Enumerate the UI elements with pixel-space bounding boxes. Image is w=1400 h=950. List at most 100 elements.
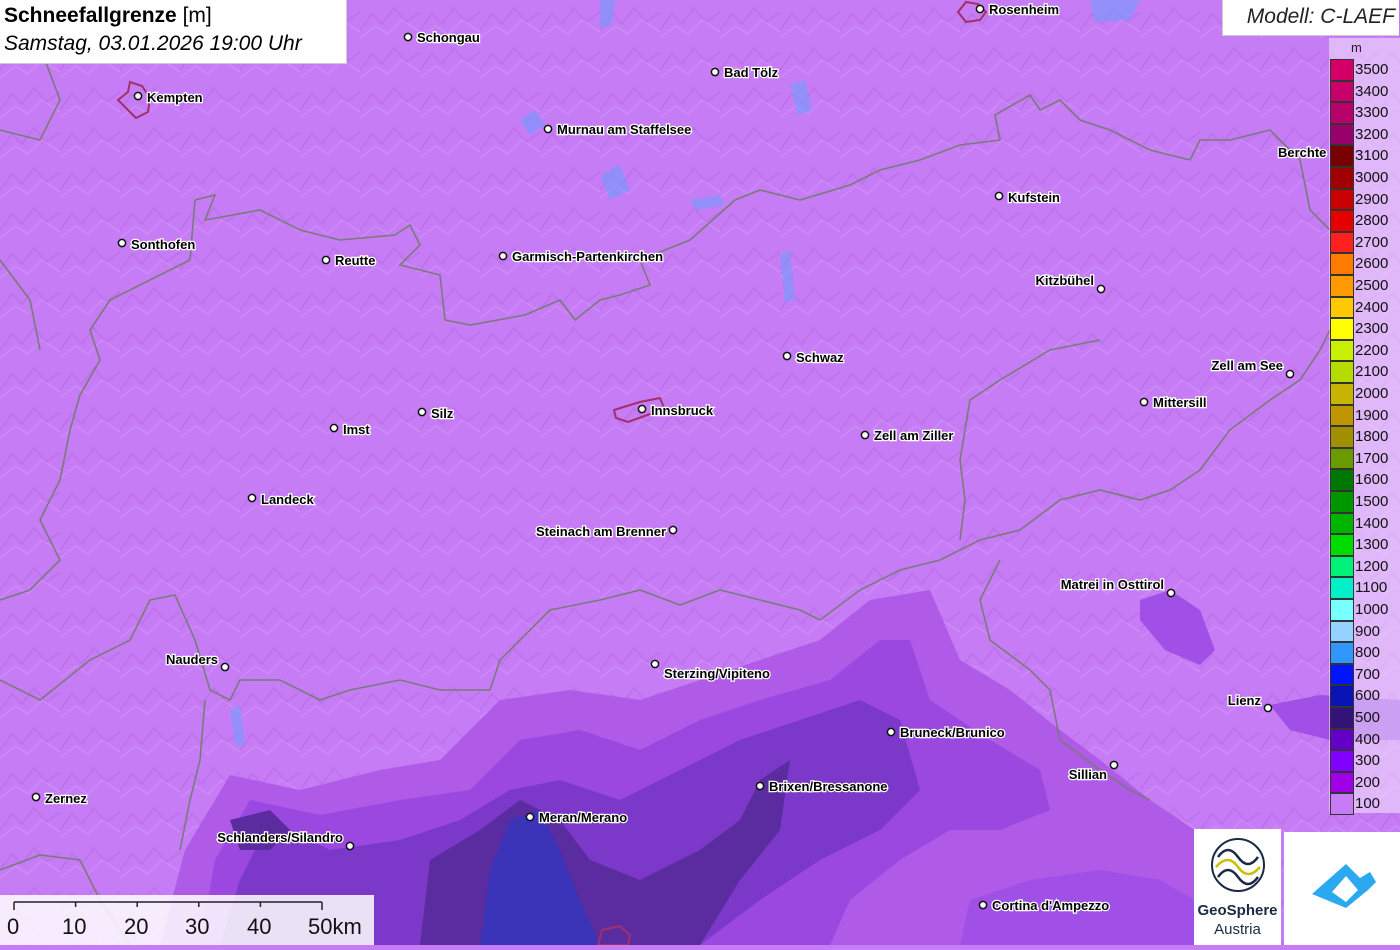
legend-level: 2700 xyxy=(1329,231,1400,254)
legend-level: 1600 xyxy=(1329,469,1400,491)
city-label: Reutte xyxy=(335,253,375,268)
city-dot[interactable] xyxy=(498,251,508,261)
legend-level: 2100 xyxy=(1329,361,1400,383)
legend-value: 1200 xyxy=(1355,557,1389,575)
legend-value: 2000 xyxy=(1355,385,1389,402)
city-label: Matrei in Osttirol xyxy=(1061,577,1164,592)
legend-value: 3100 xyxy=(1355,147,1389,165)
city-dot[interactable] xyxy=(329,423,339,433)
city-dot[interactable] xyxy=(860,430,870,440)
city-label: Cortina d'Ampezzo xyxy=(992,898,1109,913)
city-dot[interactable] xyxy=(1096,284,1106,294)
city-dot[interactable] xyxy=(403,32,413,42)
scale-label: 40 xyxy=(247,914,272,939)
legend-swatch xyxy=(1330,339,1354,362)
city-dot[interactable] xyxy=(782,351,792,361)
city-dot[interactable] xyxy=(975,4,985,14)
legend-level: 3500 xyxy=(1329,59,1400,81)
city-label: Brixen/Bressanone xyxy=(769,779,888,794)
legend-level: 600 xyxy=(1329,685,1400,707)
city-dot[interactable] xyxy=(133,91,143,101)
legend-swatch xyxy=(1330,231,1354,254)
city-dot[interactable] xyxy=(755,781,765,791)
city-label: Zernez xyxy=(45,791,87,806)
legend-value: 3000 xyxy=(1355,169,1389,186)
legend-value: 1300 xyxy=(1355,536,1389,554)
legend-value: 3500 xyxy=(1355,61,1389,78)
legend-level: 1100 xyxy=(1329,577,1400,599)
city-dot[interactable] xyxy=(247,493,257,503)
geosphere-logo[interactable]: GeoSphere Austria xyxy=(1194,829,1281,945)
city-dot[interactable] xyxy=(321,255,331,265)
city-label: Innsbruck xyxy=(651,403,714,418)
legend-level: 400 xyxy=(1329,728,1400,751)
legend-swatch xyxy=(1330,512,1354,535)
legend-swatch xyxy=(1330,555,1354,578)
city-dot[interactable] xyxy=(978,900,988,910)
legend-level: 2600 xyxy=(1329,253,1400,275)
city-dot[interactable] xyxy=(345,841,355,851)
legend-value: 1500 xyxy=(1355,493,1389,510)
legend-value: 100 xyxy=(1355,795,1381,813)
legend-swatch xyxy=(1330,577,1354,599)
legend-level: 2900 xyxy=(1329,188,1400,211)
city-dot[interactable] xyxy=(650,659,660,669)
scale-bar: 0 10 20 30 40 50km xyxy=(0,895,374,945)
map-datetime: Samstag, 03.01.2026 19:00 Uhr xyxy=(4,32,302,55)
legend-level: 1400 xyxy=(1329,512,1400,535)
city-dot[interactable] xyxy=(31,792,41,802)
geosphere-name: GeoSphere xyxy=(1197,902,1278,919)
legend-swatch xyxy=(1330,663,1354,686)
city-dot[interactable] xyxy=(1166,588,1176,598)
legend-swatch xyxy=(1330,404,1354,427)
city-label: Mittersill xyxy=(1153,395,1206,410)
city-dot[interactable] xyxy=(117,238,127,248)
legend-level: 1700 xyxy=(1329,447,1400,470)
legend-swatch xyxy=(1330,361,1354,383)
city-dot[interactable] xyxy=(525,812,535,822)
city-label: Steinach am Brenner xyxy=(536,524,666,539)
legend-level: 900 xyxy=(1329,620,1400,643)
city-dot[interactable] xyxy=(1109,760,1119,770)
snowline-map[interactable]: Rosenheim Schongau Bad Tölz Kempten Murnau a… xyxy=(0,0,1400,945)
legend-level: 3400 xyxy=(1329,80,1400,103)
city-label: Bad Tölz xyxy=(724,65,779,80)
city-dot[interactable] xyxy=(543,124,553,134)
scale-label: 0 xyxy=(7,914,20,939)
legend-swatch xyxy=(1330,728,1354,751)
city-dot[interactable] xyxy=(1285,369,1295,379)
city-label: Berchte xyxy=(1278,145,1326,160)
legend-swatch xyxy=(1330,620,1354,643)
legend-value: 3200 xyxy=(1355,125,1389,143)
legend-swatch xyxy=(1330,534,1354,556)
city-dot[interactable] xyxy=(668,525,678,535)
city-dot[interactable] xyxy=(417,407,427,417)
legend-value: 500 xyxy=(1355,709,1381,726)
legend-value: 2200 xyxy=(1355,341,1389,359)
city-dot[interactable] xyxy=(637,404,647,414)
legend-value: 2400 xyxy=(1355,298,1389,316)
city-label: Zell am Ziller xyxy=(874,428,953,443)
legend-level: 1300 xyxy=(1329,534,1400,556)
city-label: Schlanders/Silandro xyxy=(217,830,343,845)
legend-value: 700 xyxy=(1355,665,1381,683)
legend-unit: m xyxy=(1351,40,1362,55)
city-dot[interactable] xyxy=(886,727,896,737)
legend-swatch xyxy=(1330,599,1354,621)
legend-level: 3000 xyxy=(1329,167,1400,189)
legend-swatch xyxy=(1330,642,1354,664)
city-dot[interactable] xyxy=(1139,397,1149,407)
city-label: Nauders xyxy=(166,652,218,667)
city-dot[interactable] xyxy=(220,662,230,672)
city-label: Silz xyxy=(431,406,454,421)
city-dot[interactable] xyxy=(710,67,720,77)
weather-app-logo[interactable] xyxy=(1284,832,1400,945)
city-dot[interactable] xyxy=(994,191,1004,201)
legend-level: 700 xyxy=(1329,663,1400,686)
city-dot[interactable] xyxy=(1263,703,1273,713)
legend-swatch xyxy=(1330,707,1354,729)
legend-level: 3300 xyxy=(1329,102,1400,124)
legend-value: 3400 xyxy=(1355,82,1389,100)
legend-value: 2900 xyxy=(1355,190,1389,208)
model-label: Modell: C-LAEF xyxy=(1246,5,1395,28)
